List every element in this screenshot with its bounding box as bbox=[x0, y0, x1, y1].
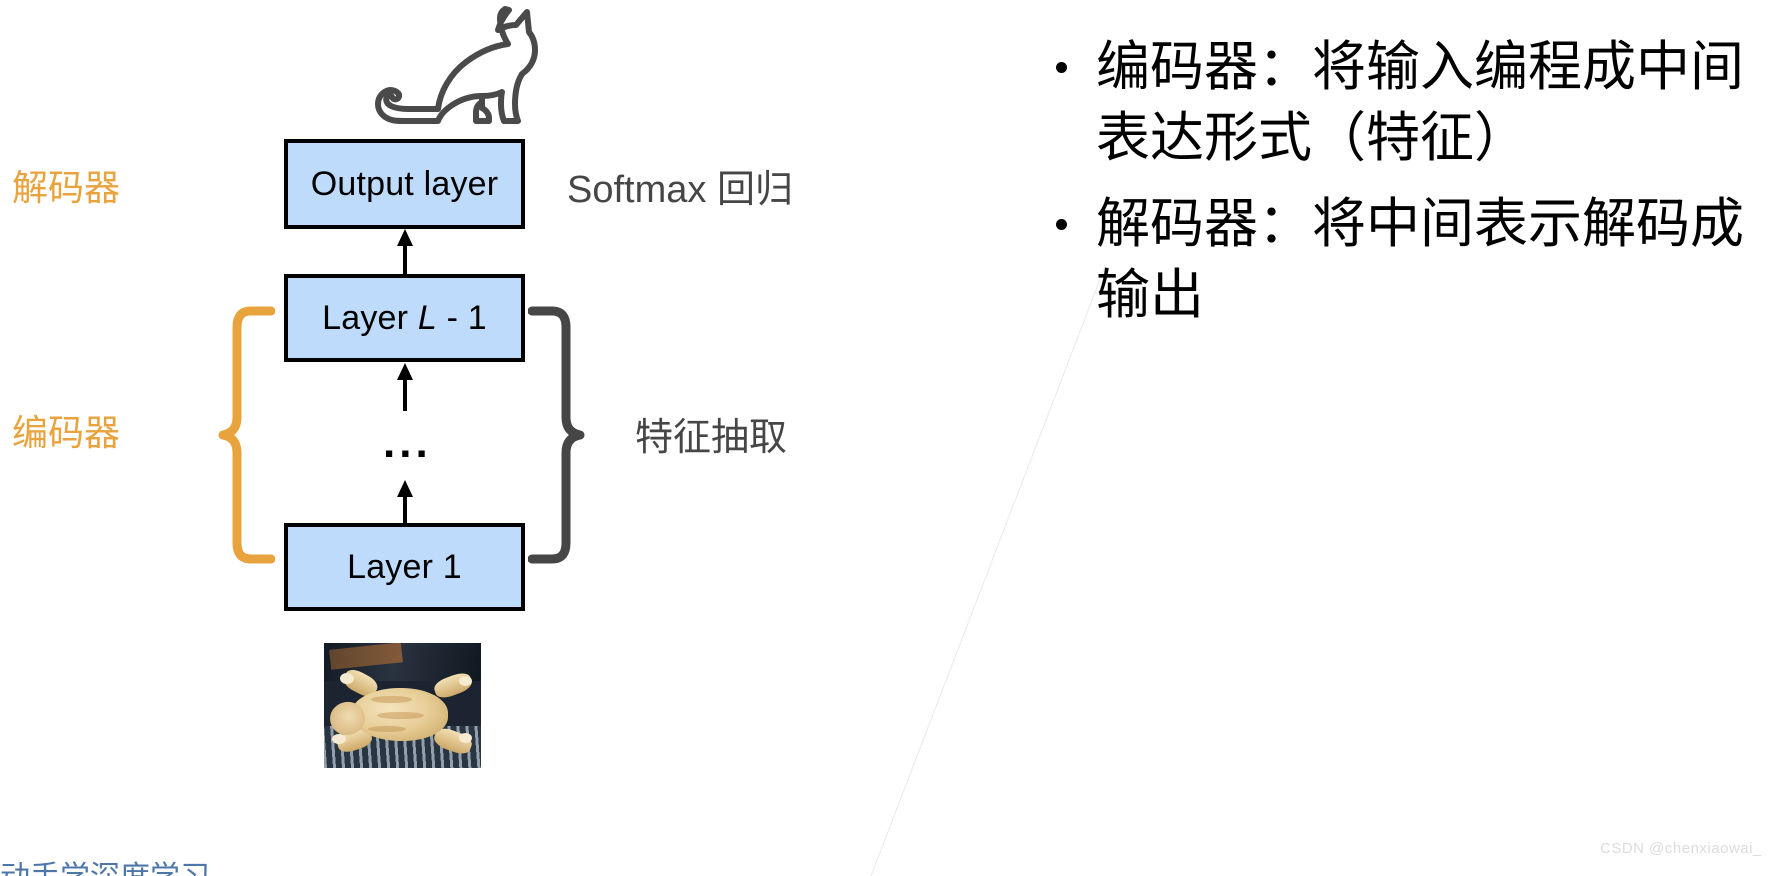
bullet-item-decoder: 解码器：将中间表示解码成输出 bbox=[1050, 189, 1750, 332]
cat-outline-icon bbox=[330, 0, 560, 135]
slide-canvas: 解码器 编码器 Softmax 回归 特征抽取 Output layer Lay… bbox=[0, 0, 1790, 876]
layer-l-minus-1-label: Layer L - 1 bbox=[322, 298, 487, 337]
layer-1-box[interactable]: Layer 1 bbox=[284, 523, 525, 611]
faint-diagonal-line bbox=[854, 265, 1106, 876]
arrow-to-layer-l-minus-1-icon bbox=[385, 363, 425, 411]
bullet-text-encoder: 编码器：将输入编程成中间表达形式（特征） bbox=[1096, 37, 1744, 169]
cat-photo-image bbox=[324, 643, 481, 768]
output-layer-box[interactable]: Output layer bbox=[284, 139, 525, 229]
bullet-list: 编码器：将输入编程成中间表达形式（特征） 解码器：将中间表示解码成输出 bbox=[1050, 32, 1750, 345]
bullet-item-encoder: 编码器：将输入编程成中间表达形式（特征） bbox=[1050, 32, 1750, 175]
bullet-dot-icon bbox=[1056, 62, 1067, 73]
layer-1-label: Layer 1 bbox=[347, 547, 462, 586]
cut-off-caption: 动手学深度学习 bbox=[0, 852, 330, 876]
hidden-layers-ellipsis: ... bbox=[383, 418, 432, 467]
softmax-regression-label: Softmax 回归 bbox=[567, 169, 793, 211]
encoder-brace-icon bbox=[205, 305, 276, 570]
output-layer-label: Output layer bbox=[310, 164, 499, 203]
layer-l-minus-1-box[interactable]: Layer L - 1 bbox=[284, 274, 525, 362]
arrow-to-output-layer-icon bbox=[385, 229, 425, 274]
decoder-label: 解码器 bbox=[12, 167, 121, 208]
feature-extraction-label: 特征抽取 bbox=[635, 417, 788, 459]
bullet-text-decoder: 解码器：将中间表示解码成输出 bbox=[1096, 193, 1744, 325]
csdn-watermark: CSDN @chenxiaowai_ bbox=[1600, 840, 1762, 857]
bullet-dot-icon bbox=[1056, 218, 1067, 230]
encoder-label: 编码器 bbox=[12, 412, 121, 453]
feature-extraction-brace-icon bbox=[527, 305, 598, 570]
